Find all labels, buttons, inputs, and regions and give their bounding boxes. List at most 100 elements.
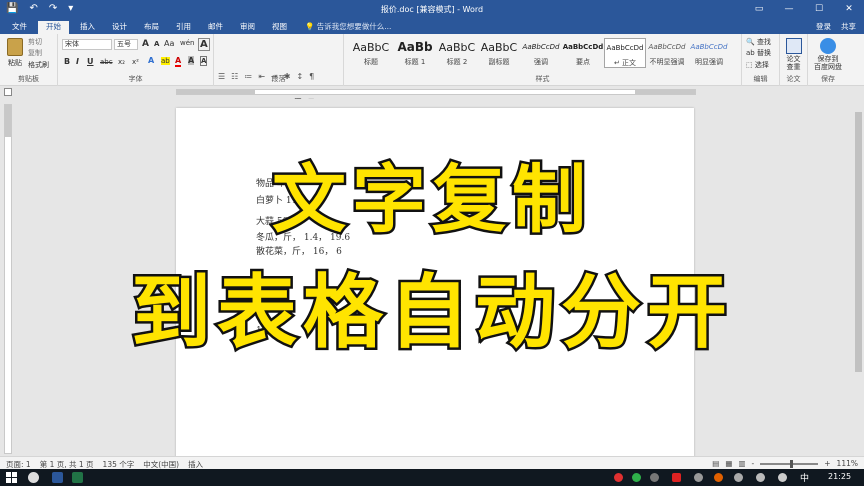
style-subtitle[interactable]: AaBbC 副标题 (478, 38, 520, 68)
paper-check-button[interactable]: 论文 查重 (780, 55, 807, 71)
enclose-char-button[interactable]: A (198, 38, 210, 51)
tray-volume-icon[interactable] (756, 473, 765, 482)
multilevel-list-icon[interactable]: ≔ (244, 72, 252, 81)
style-name: 标题 2 (446, 58, 468, 66)
character-shading-button[interactable]: A (188, 56, 195, 65)
paste-button[interactable]: 粘贴 (4, 38, 26, 68)
font-name-combobox[interactable]: 宋体 (62, 39, 112, 50)
start-button[interactable] (6, 472, 17, 483)
maximize-button[interactable]: ☐ (804, 0, 834, 19)
style-heading-1[interactable]: AaBb 标题 1 (394, 38, 436, 68)
tray-app-icon[interactable] (650, 473, 659, 482)
character-border-button[interactable]: A (200, 56, 208, 66)
taskbar: 中 21:25 (0, 469, 864, 486)
tab-insert[interactable]: 插入 (72, 21, 103, 34)
taskbar-clock[interactable]: 21:25 (828, 472, 851, 481)
highlight-button[interactable]: ab (161, 57, 170, 65)
style-heading-2[interactable]: AaBbC 标题 2 (436, 38, 478, 68)
view-print-icon[interactable]: ▦ (725, 459, 732, 468)
tab-view[interactable]: 视图 (264, 21, 295, 34)
copy-button[interactable]: 复制 (28, 48, 42, 58)
login-link[interactable]: 登录 (816, 21, 831, 32)
save-to-cloud-button[interactable]: 保存到 百度网盘 (808, 55, 848, 71)
format-painter-button[interactable]: 格式刷 (28, 60, 49, 70)
save-group-label: 保存 (821, 75, 835, 83)
subscript-button[interactable]: x₂ (118, 58, 125, 66)
tray-app-icon[interactable] (694, 473, 703, 482)
tab-selector[interactable] (4, 88, 12, 96)
view-web-icon[interactable]: ▥ (738, 459, 745, 468)
view-read-icon[interactable]: ▤ (712, 459, 719, 468)
style-strong[interactable]: AaBbCcDd 要点 (562, 38, 604, 68)
ribbon-display-options-icon[interactable]: ▭ (744, 0, 774, 19)
sort-icon[interactable]: ↕ (296, 72, 303, 81)
style-subtle-emphasis[interactable]: AaBbCcDd 不明显强调 (646, 38, 688, 68)
zoom-slider[interactable] (760, 459, 819, 468)
style-sample: AaBbCcDd (522, 43, 560, 51)
grow-font-button[interactable]: A (142, 39, 149, 49)
numbering-icon[interactable]: ☷ (231, 72, 238, 81)
style-normal[interactable]: AaBbCcDd ↵ 正文 (604, 38, 646, 68)
excel-icon[interactable] (72, 472, 83, 483)
tab-references[interactable]: 引用 (168, 21, 199, 34)
chrome-icon[interactable] (28, 472, 39, 483)
strikethrough-button[interactable]: abc (100, 58, 113, 66)
save-cloud-label-1: 保存到 (817, 55, 839, 63)
close-button[interactable]: ✕ (834, 0, 864, 19)
font-color-button[interactable]: A (175, 56, 182, 67)
zoom-out-button[interactable]: - (752, 459, 755, 468)
increase-indent-icon[interactable]: ⇥ (271, 72, 278, 81)
style-intense-emphasis[interactable]: AaBbCcDd 明显强调 (688, 38, 730, 68)
baidu-cloud-icon[interactable] (820, 38, 836, 54)
underline-button[interactable]: U (87, 57, 94, 66)
tray-battery-icon[interactable] (778, 473, 787, 482)
headline-line-2: 到表格自动分开 (129, 264, 733, 362)
styles-group-label: 样式 (535, 75, 550, 83)
font-size-combobox[interactable]: 五号 (114, 39, 138, 50)
asian-layout-icon[interactable]: ✱ (284, 72, 291, 81)
change-case-button[interactable]: Aa (164, 39, 174, 48)
share-button[interactable]: 共享 (841, 21, 856, 32)
tab-design[interactable]: 设计 (104, 21, 135, 34)
tab-layout[interactable]: 布局 (136, 21, 167, 34)
tray-app-icon[interactable] (632, 473, 641, 482)
style-name: 副标题 (488, 58, 510, 66)
tab-mailings[interactable]: 邮件 (200, 21, 231, 34)
style-sample: AaBbCcDd (562, 43, 604, 51)
style-emphasis[interactable]: AaBbCcDd 强调 (520, 38, 562, 68)
tray-network-icon[interactable] (734, 473, 743, 482)
select-button[interactable]: ⬚ 选择 (746, 60, 769, 70)
zoom-level[interactable]: 111% (837, 459, 858, 468)
zoom-slider-handle[interactable] (790, 459, 794, 468)
bold-button[interactable]: B (64, 57, 70, 66)
minimize-button[interactable]: — (774, 0, 804, 19)
phonetic-guide-button[interactable]: wén (180, 39, 194, 47)
tray-sogou-icon[interactable] (672, 473, 681, 482)
show-marks-icon[interactable]: ¶ (309, 72, 314, 81)
italic-button[interactable]: I (76, 57, 79, 66)
paste-label: 粘贴 (8, 59, 22, 67)
cut-button[interactable]: 剪切 (28, 37, 42, 47)
tray-record-icon[interactable] (614, 473, 623, 482)
tray-app-icon[interactable] (714, 473, 723, 482)
word-icon[interactable] (52, 472, 63, 483)
tab-home[interactable]: 开始 (38, 21, 69, 34)
ruler-bar[interactable] (176, 89, 696, 95)
style-sample: AaBbC (438, 41, 476, 54)
tab-review[interactable]: 审阅 (232, 21, 263, 34)
replace-button[interactable]: ab 替换 (746, 48, 771, 58)
status-bar: 页面: 1 第 1 页, 共 1 页 135 个字 中文(中国) 插入 ▤ ▦ … (0, 456, 864, 469)
decrease-indent-icon[interactable]: ⇤ (258, 72, 265, 81)
text-effects-button[interactable]: A (148, 56, 154, 65)
find-button[interactable]: 🔍 查找 (746, 37, 771, 47)
superscript-button[interactable]: x² (132, 58, 139, 66)
zoom-in-button[interactable]: + (824, 459, 830, 468)
input-language[interactable]: 中 (800, 471, 809, 484)
tell-me-search[interactable]: 💡 告诉我您想要做什么... (305, 21, 391, 32)
style-title[interactable]: AaBbC 标题 (350, 38, 392, 68)
shrink-font-button[interactable]: A (154, 40, 159, 48)
paper-group-label: 论文 (786, 75, 801, 83)
tab-file[interactable]: 文件 (4, 21, 35, 34)
bullets-icon[interactable]: ☰ (218, 72, 225, 81)
paper-check-icon[interactable] (786, 38, 802, 54)
